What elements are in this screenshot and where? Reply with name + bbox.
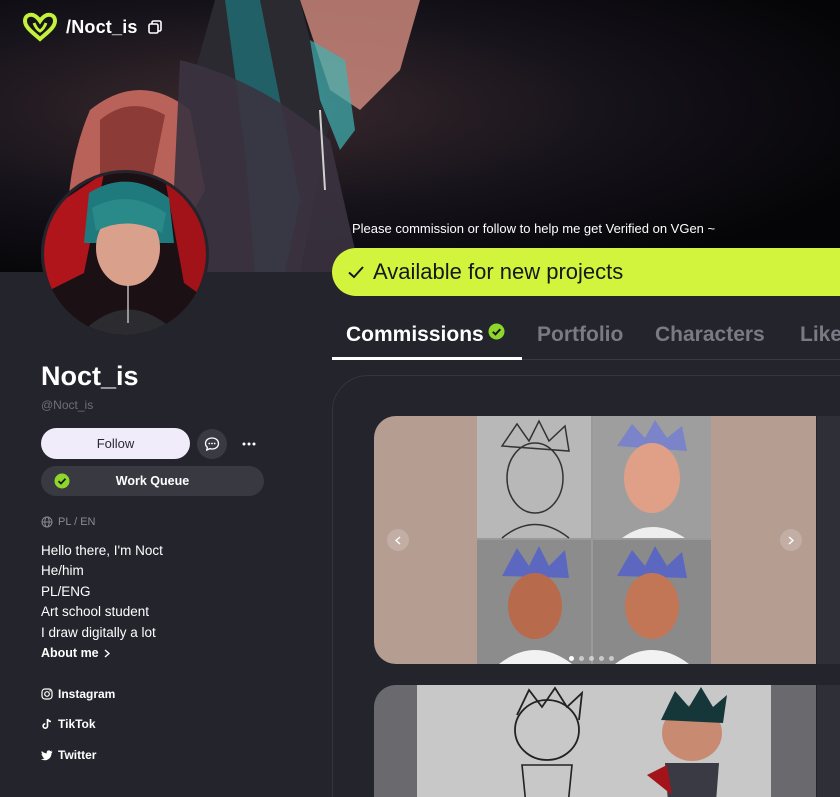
verified-check-icon <box>54 473 70 489</box>
bio-line: He/him <box>41 563 84 579</box>
carousel-dot[interactable] <box>569 656 574 661</box>
message-button[interactable] <box>197 429 227 459</box>
social-link-instagram[interactable]: Instagram <box>41 687 115 701</box>
commission-artwork <box>477 416 711 664</box>
twitter-icon <box>41 749 53 760</box>
vgen-logo-icon[interactable] <box>22 12 58 42</box>
carousel-next-button[interactable] <box>780 529 802 551</box>
chevron-right-icon <box>104 648 110 658</box>
carousel-dot[interactable] <box>579 656 584 661</box>
work-queue-button[interactable]: Work Queue <box>41 466 264 496</box>
profile-name: Noct_is <box>41 361 139 391</box>
social-link-tiktok[interactable]: TikTok <box>41 717 96 731</box>
availability-label: Available for new projects <box>373 259 624 284</box>
work-queue-label: Work Queue <box>115 474 190 488</box>
verified-check-icon <box>488 323 505 340</box>
profile-handle: @Noct_is <box>41 398 94 412</box>
commission-card-image[interactable] <box>374 685 816 797</box>
social-label: Twitter <box>58 748 97 762</box>
availability-banner: Available for new projects <box>332 248 840 296</box>
chevron-right-icon <box>788 535 794 545</box>
chat-bubble-icon <box>204 437 220 452</box>
avatar <box>41 170 209 338</box>
next-card-peek <box>817 416 840 664</box>
artwork-chibi <box>417 685 771 797</box>
next-card-peek <box>817 685 840 797</box>
about-me-label: About me <box>41 646 99 660</box>
carousel-prev-button[interactable] <box>387 529 409 551</box>
social-link-twitter[interactable]: Twitter <box>41 748 96 762</box>
profile-page: /Noct_is Noct_is @Noct_is Follow Work Qu… <box>0 0 840 797</box>
copy-icon[interactable] <box>147 20 162 34</box>
artwork-sketches <box>477 416 711 664</box>
commission-card-image[interactable] <box>374 416 816 664</box>
commission-artwork <box>417 685 771 797</box>
checkmark-icon <box>348 266 364 279</box>
carousel-dot[interactable] <box>609 656 614 661</box>
about-me-link[interactable]: About me <box>41 646 110 660</box>
active-tab-indicator <box>332 357 522 360</box>
bio-line: Hello there, I'm Noct <box>41 543 163 558</box>
bio: Hello there, I'm Noct He/him PL/ENG Art … <box>41 541 163 643</box>
profile-path-title: /Noct_is <box>66 16 138 37</box>
follow-button[interactable]: Follow <box>41 428 190 459</box>
bio-line: I draw digitally a lot <box>41 624 156 640</box>
social-label: Instagram <box>58 687 116 701</box>
languages-label: PL / EN <box>58 516 96 528</box>
bio-line: PL/ENG <box>41 583 91 599</box>
top-bar: /Noct_is <box>22 12 162 42</box>
chevron-left-icon <box>395 535 401 545</box>
tab-likes[interactable]: Like <box>800 323 840 347</box>
profile-tabs: Commissions Portfolio Characters Like <box>332 320 840 360</box>
instagram-icon <box>41 688 53 700</box>
social-label: TikTok <box>58 717 96 731</box>
tiktok-icon <box>42 718 52 729</box>
languages-row: PL / EN <box>41 516 96 528</box>
tab-portfolio[interactable]: Portfolio <box>537 323 623 347</box>
bio-line: Art school student <box>41 604 150 620</box>
globe-icon <box>41 516 53 528</box>
tab-commissions[interactable]: Commissions <box>346 323 505 347</box>
carousel-dot[interactable] <box>589 656 594 661</box>
more-dots-icon <box>242 442 256 446</box>
tab-label: Commissions <box>346 323 484 346</box>
carousel-dot[interactable] <box>599 656 604 661</box>
avatar-artwork <box>44 173 206 335</box>
tab-characters[interactable]: Characters <box>655 323 765 347</box>
more-options-button[interactable] <box>236 429 262 459</box>
verification-notice: Please commission or follow to help me g… <box>352 221 716 236</box>
carousel-dots <box>569 656 614 661</box>
